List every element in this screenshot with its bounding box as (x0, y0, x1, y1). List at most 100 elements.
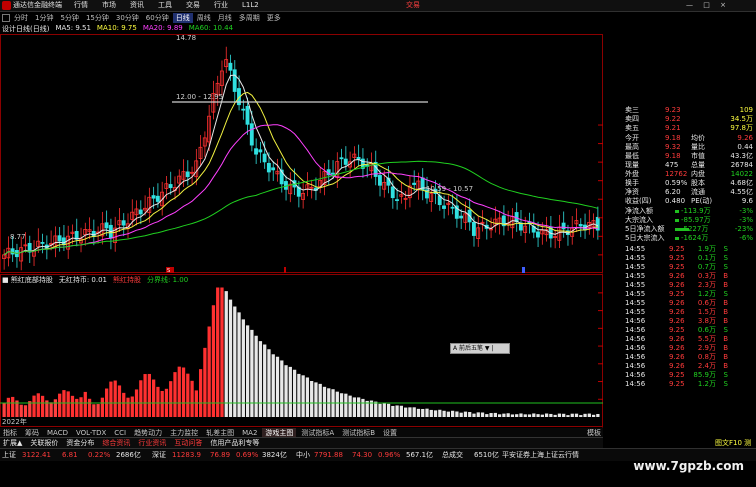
indicator-tab-4[interactable]: CCI (111, 429, 129, 437)
quote-value-2: 9.26 (737, 134, 753, 142)
tick-price: 9.26 (669, 308, 685, 316)
menu-quotes[interactable]: 行情 (74, 0, 88, 11)
period-tab-1[interactable]: 1分钟 (32, 13, 56, 23)
indicator-tab-0[interactable]: 指标 (0, 428, 20, 438)
quote-row: 最高 9.32 量比 0.44 (603, 143, 756, 152)
indicator-tab-2[interactable]: MACD (44, 429, 71, 437)
period-tab-2[interactable]: 5分钟 (57, 13, 81, 23)
tick-time: 14:55 (625, 272, 646, 280)
tick-time: 14:56 (625, 353, 646, 361)
tick-direction: S (723, 245, 728, 253)
menu-trade[interactable]: 交易 (186, 0, 200, 11)
sub-tab-4[interactable]: 行业资讯 (135, 438, 169, 448)
index-sz-name[interactable]: 深证 (152, 449, 166, 461)
candle-body (343, 158, 348, 165)
signal-marker-label: S (167, 268, 170, 274)
indicator-tab-7[interactable]: 轧差主图 (203, 428, 237, 438)
menu-l1l2[interactable]: L1L2 (242, 0, 259, 11)
quote-value: 9.32 (665, 143, 681, 151)
candle-body (536, 231, 540, 238)
quote-label: 换手 (625, 179, 639, 187)
tick-volume: 0.6万 (697, 326, 716, 334)
index-zx-pct: 0.96% (378, 451, 401, 459)
indicator-tab-9[interactable]: 游戏主图 (262, 427, 297, 438)
tick-direction: B (723, 281, 728, 289)
f10-tab[interactable]: 图文F10 测 (715, 438, 751, 448)
tick-direction: S (723, 263, 728, 271)
tick-time: 14:56 (625, 380, 646, 388)
sub-tab-2[interactable]: 资金分布 (63, 438, 97, 448)
tick-row: 14:55 9.26 1.5万 B (603, 308, 756, 317)
period-tab-5[interactable]: 60分钟 (143, 13, 172, 23)
period-checkbox[interactable] (2, 13, 10, 22)
menu-tools[interactable]: 工具 (158, 0, 172, 11)
kline-chart[interactable]: 12.5012.0011.5011.0010.5010.009.509.00 1… (0, 34, 603, 428)
period-tab-8[interactable]: 月线 (215, 13, 235, 23)
tick-time: 14:56 (625, 317, 646, 325)
tick-direction: B (723, 362, 728, 370)
tick-time: 14:55 (625, 245, 646, 253)
tick-price: 9.25 (669, 371, 685, 379)
candle-body (271, 167, 276, 171)
tick-popup[interactable]: A 前后五笔 ▼ | (450, 343, 510, 354)
sub-tab-3[interactable]: 综合资讯 (99, 438, 133, 448)
period-tab-6[interactable]: 日线 (172, 12, 193, 23)
period-tab-7[interactable]: 周线 (194, 13, 214, 23)
indicator-tab-5[interactable]: 趋势动力 (131, 428, 165, 438)
period-tab-9[interactable]: 多周期 (236, 13, 263, 23)
ma5-value: MA5: 9.51 (55, 24, 91, 32)
main-menu: 行情 市场 资讯 工具 交易 行业 L1L2 (74, 0, 259, 11)
tick-price: 9.26 (669, 299, 685, 307)
order-price: 9.22 (665, 115, 681, 123)
index-zx-name[interactable]: 中小 (296, 449, 310, 461)
sub-tab-6[interactable]: 信用产品利专等 (207, 438, 262, 448)
indicator-tab-10[interactable]: 测试指标A (298, 428, 337, 438)
sub-tab-0[interactable]: 扩展▲ (0, 438, 25, 448)
candle-body (395, 199, 399, 202)
indicator-tab-11[interactable]: 测试指标B (339, 428, 378, 438)
quote-value-2: 43.3亿 (730, 152, 753, 160)
indicator-tab-12[interactable]: 设置 (380, 428, 400, 438)
window-controls[interactable]: — □ × (686, 0, 730, 11)
sub-tab-5[interactable]: 互动问答 (171, 438, 205, 448)
flow-value: -113.9万 (681, 207, 711, 215)
index-sz-value: 11283.9 (172, 451, 201, 459)
menu-market[interactable]: 市场 (102, 0, 116, 11)
tick-volume: 0.8万 (697, 353, 716, 361)
indicator-tab-3[interactable]: VOL-TDX (73, 429, 109, 437)
tick-row: 14:55 9.26 0.6万 B (603, 299, 756, 308)
menu-news[interactable]: 资讯 (130, 0, 144, 11)
candle-body (266, 162, 271, 173)
tick-price: 9.26 (669, 335, 685, 343)
index-sh-name[interactable]: 上证 (2, 449, 16, 461)
period-tab-3[interactable]: 15分钟 (83, 13, 112, 23)
quote-label: 现量 (625, 161, 639, 169)
candle-body (390, 186, 395, 199)
candle-body (138, 209, 143, 215)
tick-row: 14:56 9.26 2.9万 B (603, 344, 756, 353)
quote-row: 换手 0.59% 股本 4.68亿 (603, 179, 756, 188)
flow-bar (675, 228, 689, 231)
candle-body (254, 148, 258, 155)
quote-row: 最低 9.18 市值 43.3亿 (603, 152, 756, 161)
flow-label: 净流入额 (625, 207, 653, 215)
period-tab-4[interactable]: 30分钟 (113, 13, 142, 23)
indicator-tab-6[interactable]: 主力监控 (167, 428, 201, 438)
trade-button[interactable]: 交易 (406, 0, 420, 11)
candle-body (459, 215, 464, 219)
indicator-tab-1[interactable]: 筹码 (22, 428, 42, 438)
period-tab-0[interactable]: 分时 (11, 13, 31, 23)
sub-tab-1[interactable]: 关联报价 (27, 438, 61, 448)
candle-body (57, 235, 62, 242)
order-book-row: 卖四 9.22 34.5万 (603, 115, 756, 124)
quote-value-2: 9.6 (741, 197, 753, 205)
menu-industry[interactable]: 行业 (214, 0, 228, 11)
indicator-tab-8[interactable]: MA2 (239, 429, 260, 437)
tick-volume: 2.4万 (697, 362, 716, 370)
status-notice: 平安证券上海上证云行情 (502, 451, 579, 459)
order-volume: 34.5万 (730, 115, 753, 123)
period-tab-10[interactable]: 更多 (264, 13, 284, 23)
tick-time: 14:56 (625, 362, 646, 370)
candle-body (471, 221, 476, 236)
tick-price: 9.26 (669, 353, 685, 361)
